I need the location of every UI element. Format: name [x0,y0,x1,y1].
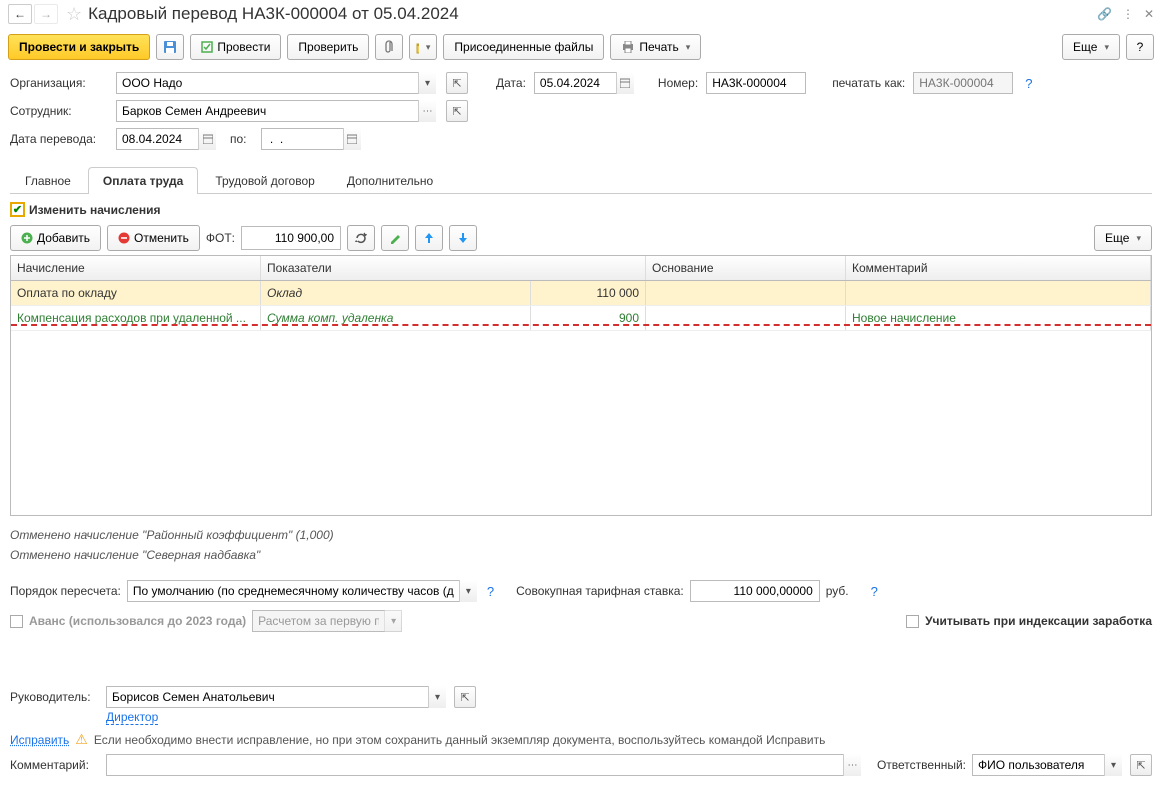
manager-dropdown-button[interactable]: ▾ [428,686,446,708]
separator-line [11,324,1151,326]
to-label: по: [230,132,247,146]
post-and-close-button[interactable]: Провести и закрыть [8,34,150,60]
add-button[interactable]: Добавить [10,225,101,251]
employee-select-button[interactable]: ⋯ [418,100,436,122]
cancelled-accrual-1: Отменено начисление "Районный коэффициен… [10,528,1152,542]
move-up-button[interactable] [415,225,443,251]
table-row[interactable]: Оплата по окладу Оклад 110 000 [11,281,1151,306]
save-button[interactable] [156,34,184,60]
grid-header-indicators[interactable]: Показатели [261,256,646,280]
manager-position-link[interactable]: Директор [106,710,158,725]
edit-button[interactable] [381,225,409,251]
advance-dropdown-button: ▾ [384,610,402,632]
fot-input[interactable] [241,226,341,250]
print-button[interactable]: Печать▾ [610,34,701,60]
employee-open-button[interactable]: ⇱ [446,100,468,122]
grid-header-basis[interactable]: Основание [646,256,846,280]
org-input[interactable] [116,72,436,94]
print-as-input[interactable] [913,72,1013,94]
print-as-label: печатать как: [832,76,905,90]
accruals-grid[interactable]: Начисление Показатели Основание Коммента… [10,255,1152,516]
comment-input[interactable] [106,754,861,776]
manager-label: Руководитель: [10,690,100,704]
change-accruals-checkbox[interactable]: ✔ [10,202,25,217]
responsible-label: Ответственный: [877,758,966,772]
correct-link[interactable]: Исправить [10,733,69,747]
comment-select-button[interactable]: ⋯ [843,754,861,776]
change-accruals-label: Изменить начисления [29,203,160,217]
tab-additional[interactable]: Дополнительно [332,167,448,194]
favorite-star-icon[interactable]: ☆ [66,4,82,25]
cancel-button[interactable]: Отменить [107,225,200,251]
number-label: Номер: [658,76,698,90]
tab-contract[interactable]: Трудовой договор [200,167,329,194]
manager-open-button[interactable]: ⇱ [454,686,476,708]
attach-button[interactable] [375,34,403,60]
aggregate-rate-input[interactable] [690,580,820,602]
org-open-button[interactable]: ⇱ [446,72,468,94]
recalc-order-select[interactable] [127,580,477,602]
create-based-on-button[interactable]: ▾ [409,34,437,60]
number-input[interactable] [706,72,806,94]
date-picker-button[interactable] [616,72,634,94]
refresh-button[interactable] [347,225,375,251]
recalc-order-dropdown-button[interactable]: ▾ [459,580,477,602]
advance-select [252,610,402,632]
responsible-input[interactable] [972,754,1122,776]
org-dropdown-button[interactable]: ▾ [418,72,436,94]
transfer-date-label: Дата перевода: [10,132,108,146]
more-menu-icon[interactable]: ⋮ [1122,7,1134,21]
employee-input[interactable] [116,100,436,122]
indexation-checkbox[interactable] [906,615,919,628]
responsible-dropdown-button[interactable]: ▾ [1104,754,1122,776]
transfer-date-picker-button[interactable] [198,128,216,150]
help-icon[interactable]: ? [1025,76,1032,91]
fot-label: ФОТ: [206,231,235,245]
attached-files-button[interactable]: Присоединенные файлы [443,34,604,60]
advance-label: Аванс (использовался до 2023 года) [29,614,246,628]
cancelled-accrual-2: Отменено начисление "Северная надбавка" [10,548,1152,562]
help-button[interactable]: ? [1126,34,1154,60]
more-button[interactable]: Еще▾ [1062,34,1120,60]
recalc-order-label: Порядок пересчета: [10,584,121,598]
comment-label: Комментарий: [10,758,100,772]
transfer-to-picker-button[interactable] [343,128,361,150]
nav-forward-button[interactable]: → [34,4,58,24]
aggregate-rate-unit: руб. [826,584,849,598]
warning-icon: ⚠ [75,731,88,748]
employee-label: Сотрудник: [10,104,108,118]
grid-header-comment[interactable]: Комментарий [846,256,1151,280]
page-title: Кадровый перевод НА3К-000004 от 05.04.20… [88,4,1097,24]
check-button[interactable]: Проверить [287,34,369,60]
aggregate-rate-label: Совокупная тарифная ставка: [516,584,684,598]
move-down-button[interactable] [449,225,477,251]
help-icon[interactable]: ? [487,584,494,599]
nav-back-button[interactable]: ← [8,4,32,24]
tab-payroll[interactable]: Оплата труда [88,167,198,194]
advance-checkbox[interactable] [10,615,23,628]
manager-input[interactable] [106,686,446,708]
org-label: Организация: [10,76,108,90]
indexation-label: Учитывать при индексации заработка [925,614,1152,628]
correct-text: Если необходимо внести исправление, но п… [94,733,826,747]
grid-more-button[interactable]: Еще▾ [1094,225,1152,251]
responsible-open-button[interactable]: ⇱ [1130,754,1152,776]
post-button[interactable]: Провести [190,34,281,60]
close-window-icon[interactable]: ✕ [1144,7,1154,21]
link-icon[interactable]: 🔗 [1097,7,1112,21]
tab-main[interactable]: Главное [10,167,86,194]
table-row[interactable]: Компенсация расходов при удаленной ... С… [11,306,1151,331]
help-icon[interactable]: ? [871,584,878,599]
grid-header-accrual[interactable]: Начисление [11,256,261,280]
date-label: Дата: [496,76,526,90]
